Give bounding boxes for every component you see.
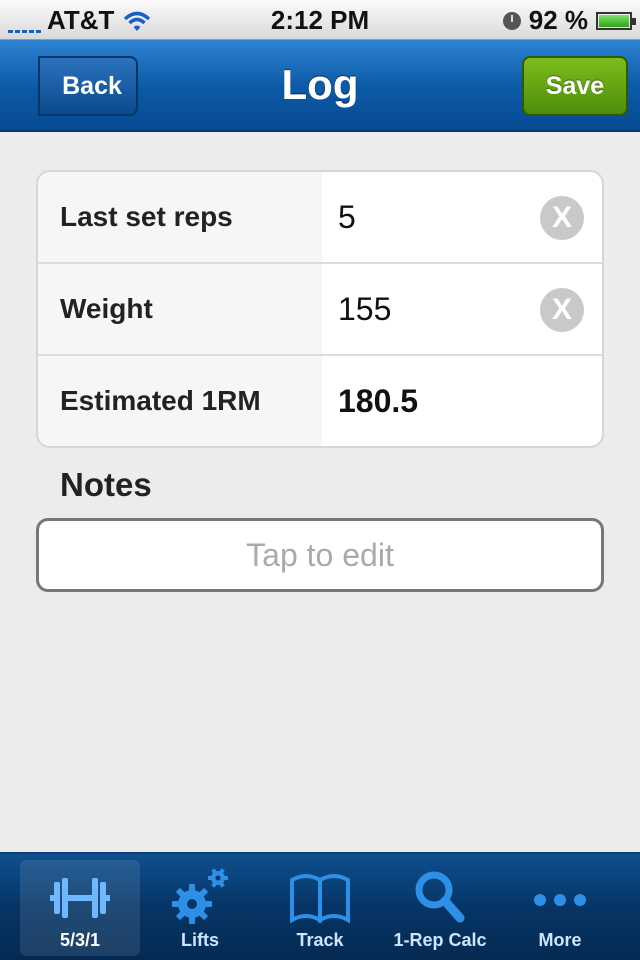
weight-label: Weight	[38, 264, 322, 354]
tab-track-label: Track	[296, 930, 344, 950]
tab-531-label: 5/3/1	[59, 930, 101, 950]
tab-lifts[interactable]: Lifts	[140, 860, 260, 956]
navigation-bar: Log Back Save	[0, 40, 640, 132]
gears-icon	[172, 868, 228, 924]
back-button-label: Back	[62, 71, 122, 100]
weight-row[interactable]: Weight 155 X	[38, 264, 602, 356]
barbell-icon	[50, 878, 110, 918]
notes-label: Notes	[60, 466, 152, 503]
search-icon	[415, 871, 465, 923]
save-button[interactable]: Save	[522, 56, 628, 116]
clear-weight-icon[interactable]: X	[540, 288, 584, 332]
book-icon	[290, 874, 350, 924]
reps-label: Last set reps	[38, 172, 322, 262]
tab-more-label: More	[538, 930, 582, 950]
reps-input[interactable]: 5	[338, 172, 356, 262]
alarm-icon	[502, 11, 521, 30]
tab-more[interactable]: More	[500, 860, 620, 956]
log-form: Last set reps 5 X Weight 155 X Estimated…	[36, 170, 604, 448]
estimated-1rm-label: Estimated 1RM	[38, 356, 322, 446]
tab-1rep-calc-label: 1-Rep Calc	[393, 930, 487, 950]
back-button[interactable]: Back	[38, 56, 138, 116]
clear-reps-icon[interactable]: X	[540, 196, 584, 240]
more-icon	[534, 894, 586, 906]
tab-bar: 5/3/1 Lifts Track 1-Rep Calc More	[0, 852, 640, 960]
tab-lifts-label: Lifts	[181, 930, 219, 950]
status-bar: AT&T 2:12 PM 92 %	[0, 0, 640, 40]
tab-1rep-calc[interactable]: 1-Rep Calc	[380, 860, 500, 956]
weight-input[interactable]: 155	[338, 264, 391, 354]
notes-field[interactable]: Tap to edit	[36, 518, 604, 592]
battery-icon	[596, 11, 636, 30]
estimated-1rm-row: Estimated 1RM 180.5	[38, 356, 602, 446]
tab-531[interactable]: 5/3/1	[20, 860, 140, 956]
estimated-1rm-value: 180.5	[338, 382, 419, 419]
tab-track[interactable]: Track	[260, 860, 380, 956]
save-button-label: Save	[545, 71, 605, 100]
battery-percent: 92 %	[528, 5, 588, 35]
reps-row[interactable]: Last set reps 5 X	[38, 172, 602, 264]
